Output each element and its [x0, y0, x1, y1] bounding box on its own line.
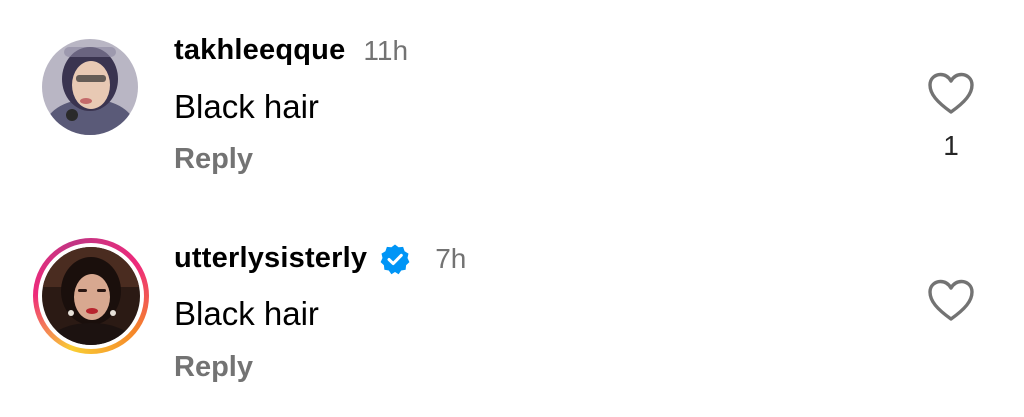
comment-item: takhleeqque 11h Black hair Reply 1	[0, 0, 1024, 205]
comments-list: takhleeqque 11h Black hair Reply 1 utter…	[0, 0, 1024, 417]
username[interactable]: utterlysisterly	[174, 242, 367, 275]
heart-outline-icon[interactable]	[927, 279, 975, 323]
like-count[interactable]: 1	[926, 130, 976, 162]
comment-text: Black hair	[174, 295, 319, 332]
avatar-image	[42, 39, 138, 135]
like-section	[926, 279, 976, 323]
avatar[interactable]	[42, 247, 140, 345]
like-section: 1	[926, 72, 976, 162]
comment-header: utterlysisterly 7h	[174, 242, 466, 275]
reply-button[interactable]: Reply	[174, 143, 253, 176]
comment-header: takhleeqque 11h	[174, 34, 408, 67]
reply-button[interactable]: Reply	[174, 351, 253, 384]
verified-badge-icon	[379, 243, 411, 275]
heart-outline-icon[interactable]	[927, 72, 975, 116]
timestamp: 11h	[363, 34, 409, 66]
username[interactable]: takhleeqque	[174, 34, 345, 67]
timestamp: 7h	[435, 242, 467, 274]
avatar-image	[42, 247, 140, 345]
avatar[interactable]	[42, 39, 138, 135]
comment-text: Black hair	[174, 88, 319, 125]
comment-item: utterlysisterly 7h Black hair Reply	[0, 205, 1024, 417]
